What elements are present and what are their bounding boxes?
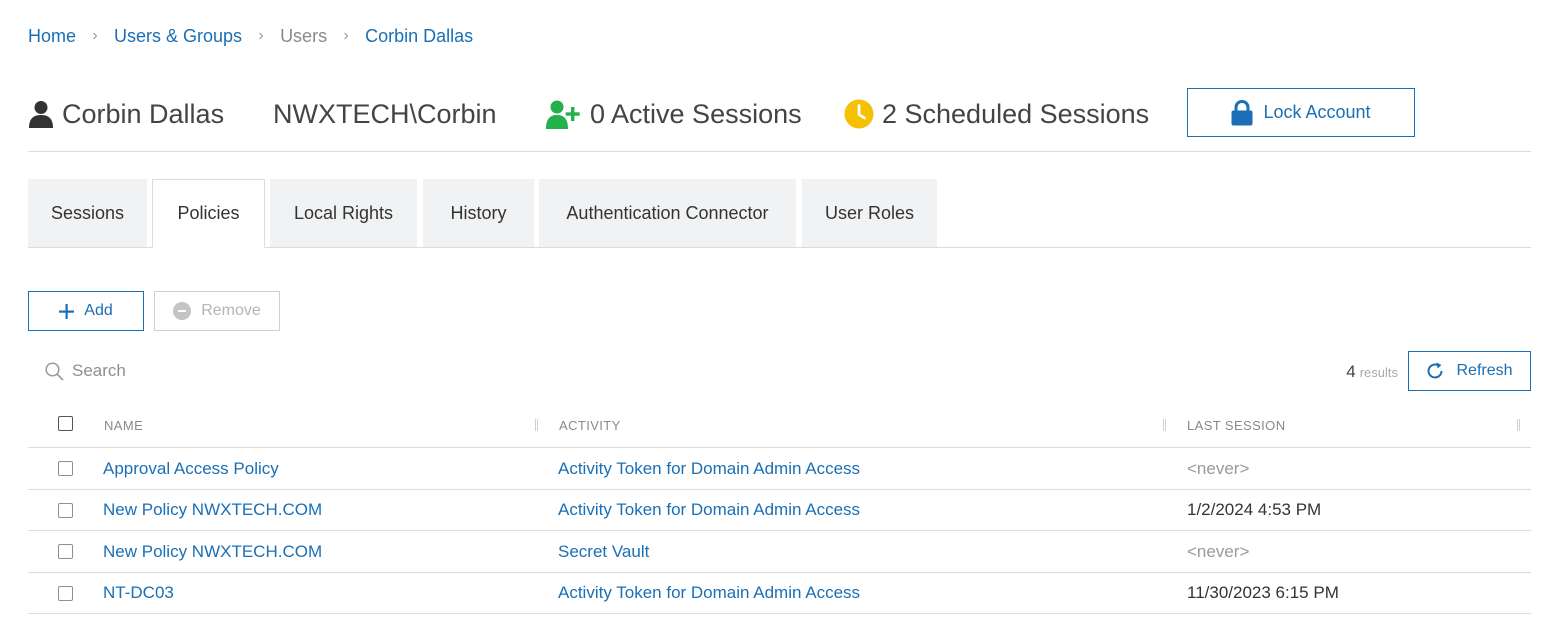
table-row[interactable]: Approval Access Policy Activity Token fo…	[28, 448, 1531, 490]
user-name-block: Corbin Dallas	[28, 86, 224, 142]
lock-account-label: Lock Account	[1263, 102, 1371, 122]
minus-circle-icon	[173, 302, 192, 320]
add-label: Add	[84, 302, 113, 319]
tab-policies[interactable]: Policies	[152, 179, 265, 248]
last-session-value: 11/30/2023 6:15 PM	[1187, 583, 1339, 602]
activity-link[interactable]: Secret Vault	[558, 531, 649, 572]
user-icon	[28, 100, 54, 128]
lock-icon	[1231, 99, 1253, 126]
tab-user-roles[interactable]: User Roles	[802, 179, 937, 247]
active-sessions-label: 0 Active Sessions	[590, 98, 802, 129]
active-sessions: 0 Active Sessions	[546, 86, 802, 142]
policy-name-link[interactable]: NT-DC03	[103, 573, 174, 614]
refresh-label: Refresh	[1456, 362, 1513, 379]
account-name: NWXTECH\Corbin	[273, 98, 497, 129]
column-header-last-session[interactable]: LAST SESSION	[1187, 403, 1286, 448]
remove-button[interactable]: Remove	[154, 291, 280, 331]
tab-history[interactable]: History	[423, 179, 534, 247]
scheduled-sessions: 2 Scheduled Sessions	[844, 86, 1149, 142]
table-header: NAME ACTIVITY LAST SESSION	[28, 403, 1531, 448]
tab-sessions[interactable]: Sessions	[28, 179, 147, 247]
column-header-name[interactable]: NAME	[104, 403, 143, 448]
column-resize-handle[interactable]	[1163, 419, 1166, 431]
user-header: Corbin Dallas NWXTECH\Corbin 0 Active Se…	[28, 86, 1531, 152]
tab-bar: Sessions Policies Local Rights History A…	[28, 179, 1531, 248]
row-checkbox[interactable]	[58, 585, 73, 601]
refresh-icon	[1426, 362, 1444, 380]
search-icon	[45, 361, 64, 381]
chevron-right-icon: ›	[258, 27, 264, 44]
row-checkbox[interactable]	[58, 461, 73, 476]
policy-name-link[interactable]: Approval Access Policy	[103, 448, 279, 489]
table-row[interactable]: NT-DC03 Activity Token for Domain Admin …	[28, 573, 1531, 614]
results-count: 4 results	[1300, 362, 1398, 382]
search-input[interactable]	[72, 361, 372, 381]
breadcrumb-home[interactable]: Home	[28, 26, 76, 47]
last-session-value: <never>	[1187, 541, 1250, 561]
lock-account-button[interactable]: Lock Account	[1187, 88, 1415, 137]
results-word: results	[1359, 365, 1398, 380]
row-checkbox[interactable]	[58, 502, 73, 518]
breadcrumb-current[interactable]: Corbin Dallas	[365, 26, 473, 47]
tab-authentication-connector[interactable]: Authentication Connector	[539, 179, 796, 247]
breadcrumb-users-groups[interactable]: Users & Groups	[114, 26, 242, 47]
user-name: Corbin Dallas	[62, 98, 225, 129]
select-all-checkbox[interactable]	[58, 416, 73, 431]
add-button[interactable]: Add	[28, 291, 144, 331]
scheduled-sessions-label: 2 Scheduled Sessions	[882, 98, 1150, 129]
policies-table: NAME ACTIVITY LAST SESSION Approval Acce…	[28, 403, 1531, 614]
breadcrumb-users: Users	[280, 25, 328, 46]
chevron-right-icon: ›	[343, 27, 349, 44]
user-plus-icon	[546, 99, 582, 129]
activity-link[interactable]: Activity Token for Domain Admin Access	[558, 448, 860, 489]
column-resize-handle[interactable]	[535, 419, 538, 431]
remove-label: Remove	[201, 302, 261, 319]
chevron-right-icon: ›	[92, 27, 98, 44]
policy-name-link[interactable]: New Policy NWXTECH.COM	[103, 490, 322, 531]
table-row[interactable]: New Policy NWXTECH.COM Activity Token fo…	[28, 490, 1531, 531]
table-row[interactable]: New Policy NWXTECH.COM Secret Vault <nev…	[28, 531, 1531, 573]
policy-name-link[interactable]: New Policy NWXTECH.COM	[103, 531, 322, 572]
clock-icon	[844, 99, 874, 129]
column-header-activity[interactable]: ACTIVITY	[559, 403, 621, 448]
results-number: 4	[1346, 362, 1356, 381]
breadcrumb: Home › Users & Groups › Users › Corbin D…	[28, 24, 473, 48]
tab-local-rights[interactable]: Local Rights	[270, 179, 417, 247]
last-session-value: <never>	[1187, 458, 1250, 478]
search-box	[45, 358, 372, 384]
plus-icon	[59, 303, 75, 319]
column-resize-handle[interactable]	[1517, 419, 1520, 431]
activity-link[interactable]: Activity Token for Domain Admin Access	[558, 490, 860, 531]
last-session-value: 1/2/2024 4:53 PM	[1187, 500, 1322, 519]
row-checkbox[interactable]	[58, 544, 73, 559]
refresh-button[interactable]: Refresh	[1408, 351, 1531, 391]
activity-link[interactable]: Activity Token for Domain Admin Access	[558, 573, 860, 614]
